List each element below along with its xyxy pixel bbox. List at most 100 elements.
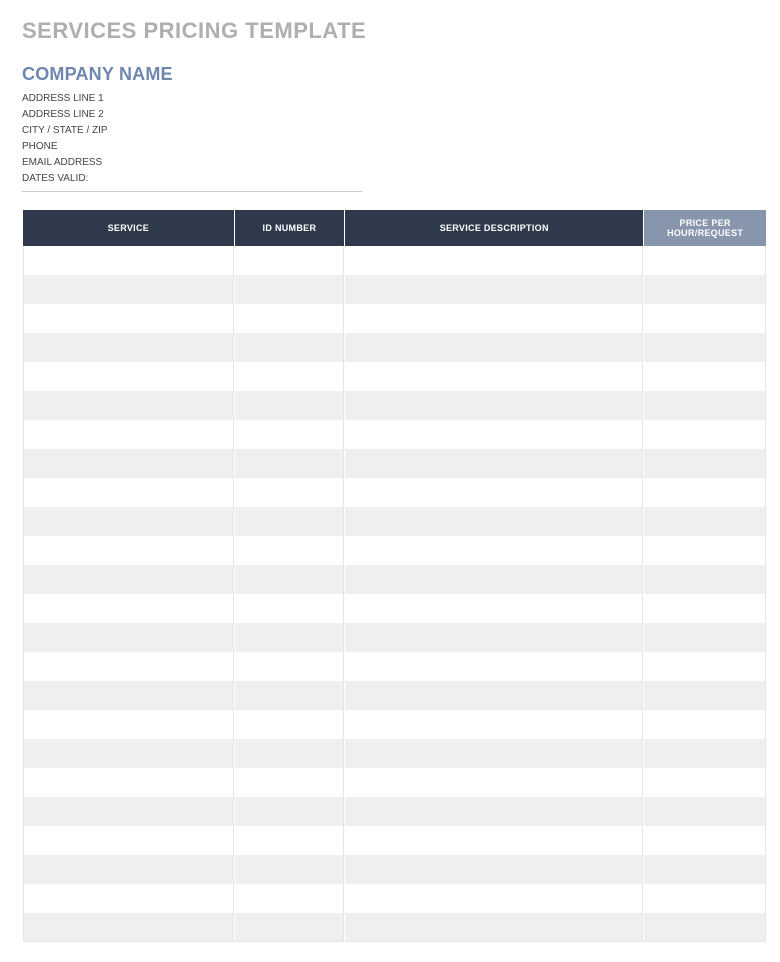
phone: PHONE — [22, 139, 362, 155]
cell-service[interactable] — [23, 594, 234, 623]
cell-service[interactable] — [23, 536, 234, 565]
cell-price[interactable] — [644, 304, 766, 333]
cell-price[interactable] — [644, 594, 766, 623]
cell-price[interactable] — [644, 652, 766, 681]
cell-id-number[interactable] — [235, 333, 345, 362]
cell-description[interactable] — [345, 333, 643, 362]
cell-description[interactable] — [345, 623, 643, 652]
cell-description[interactable] — [345, 739, 643, 768]
cell-id-number[interactable] — [235, 304, 345, 333]
cell-description[interactable] — [345, 768, 643, 797]
cell-service[interactable] — [23, 478, 234, 507]
cell-description[interactable] — [345, 565, 643, 594]
cell-service[interactable] — [23, 739, 234, 768]
cell-price[interactable] — [644, 333, 766, 362]
cell-service[interactable] — [23, 420, 234, 449]
cell-price[interactable] — [644, 536, 766, 565]
cell-service[interactable] — [23, 681, 234, 710]
cell-description[interactable] — [345, 507, 643, 536]
cell-service[interactable] — [23, 333, 234, 362]
cell-service[interactable] — [23, 855, 234, 884]
table-row — [23, 565, 766, 594]
cell-service[interactable] — [23, 507, 234, 536]
cell-description[interactable] — [345, 797, 643, 826]
cell-description[interactable] — [345, 275, 643, 304]
cell-service[interactable] — [23, 304, 234, 333]
cell-service[interactable] — [23, 391, 234, 420]
table-row — [23, 333, 766, 362]
cell-service[interactable] — [23, 797, 234, 826]
cell-id-number[interactable] — [235, 246, 345, 275]
cell-description[interactable] — [345, 478, 643, 507]
cell-service[interactable] — [23, 768, 234, 797]
cell-id-number[interactable] — [235, 681, 345, 710]
cell-price[interactable] — [644, 797, 766, 826]
cell-id-number[interactable] — [235, 855, 345, 884]
pricing-table: SERVICE ID NUMBER SERVICE DESCRIPTION PR… — [22, 210, 767, 942]
cell-service[interactable] — [23, 246, 234, 275]
cell-id-number[interactable] — [235, 536, 345, 565]
cell-price[interactable] — [644, 449, 766, 478]
cell-id-number[interactable] — [235, 913, 345, 942]
cell-id-number[interactable] — [235, 565, 345, 594]
cell-service[interactable] — [23, 913, 234, 942]
cell-description[interactable] — [345, 681, 643, 710]
cell-service[interactable] — [23, 362, 234, 391]
cell-description[interactable] — [345, 826, 643, 855]
cell-price[interactable] — [644, 478, 766, 507]
cell-price[interactable] — [644, 507, 766, 536]
cell-id-number[interactable] — [235, 826, 345, 855]
cell-description[interactable] — [345, 710, 643, 739]
cell-id-number[interactable] — [235, 420, 345, 449]
cell-description[interactable] — [345, 362, 643, 391]
cell-service[interactable] — [23, 884, 234, 913]
cell-price[interactable] — [644, 913, 766, 942]
cell-id-number[interactable] — [235, 797, 345, 826]
cell-description[interactable] — [345, 594, 643, 623]
cell-description[interactable] — [345, 304, 643, 333]
cell-price[interactable] — [644, 391, 766, 420]
cell-id-number[interactable] — [235, 275, 345, 304]
cell-price[interactable] — [644, 855, 766, 884]
cell-price[interactable] — [644, 826, 766, 855]
cell-price[interactable] — [644, 565, 766, 594]
cell-service[interactable] — [23, 826, 234, 855]
cell-service[interactable] — [23, 710, 234, 739]
cell-description[interactable] — [345, 855, 643, 884]
cell-id-number[interactable] — [235, 362, 345, 391]
cell-id-number[interactable] — [235, 652, 345, 681]
cell-price[interactable] — [644, 623, 766, 652]
cell-id-number[interactable] — [235, 507, 345, 536]
cell-description[interactable] — [345, 391, 643, 420]
cell-price[interactable] — [644, 420, 766, 449]
cell-service[interactable] — [23, 652, 234, 681]
cell-price[interactable] — [644, 681, 766, 710]
cell-description[interactable] — [345, 913, 643, 942]
cell-id-number[interactable] — [235, 478, 345, 507]
cell-price[interactable] — [644, 362, 766, 391]
cell-id-number[interactable] — [235, 623, 345, 652]
cell-service[interactable] — [23, 623, 234, 652]
cell-description[interactable] — [345, 884, 643, 913]
cell-price[interactable] — [644, 768, 766, 797]
cell-id-number[interactable] — [235, 768, 345, 797]
cell-description[interactable] — [345, 246, 643, 275]
cell-description[interactable] — [345, 536, 643, 565]
cell-description[interactable] — [345, 420, 643, 449]
cell-service[interactable] — [23, 565, 234, 594]
cell-service[interactable] — [23, 449, 234, 478]
cell-price[interactable] — [644, 739, 766, 768]
cell-id-number[interactable] — [235, 449, 345, 478]
cell-id-number[interactable] — [235, 739, 345, 768]
cell-id-number[interactable] — [235, 594, 345, 623]
cell-price[interactable] — [644, 884, 766, 913]
cell-service[interactable] — [23, 275, 234, 304]
cell-price[interactable] — [644, 246, 766, 275]
cell-id-number[interactable] — [235, 884, 345, 913]
cell-id-number[interactable] — [235, 391, 345, 420]
cell-id-number[interactable] — [235, 710, 345, 739]
cell-price[interactable] — [644, 710, 766, 739]
cell-description[interactable] — [345, 449, 643, 478]
cell-description[interactable] — [345, 652, 643, 681]
cell-price[interactable] — [644, 275, 766, 304]
